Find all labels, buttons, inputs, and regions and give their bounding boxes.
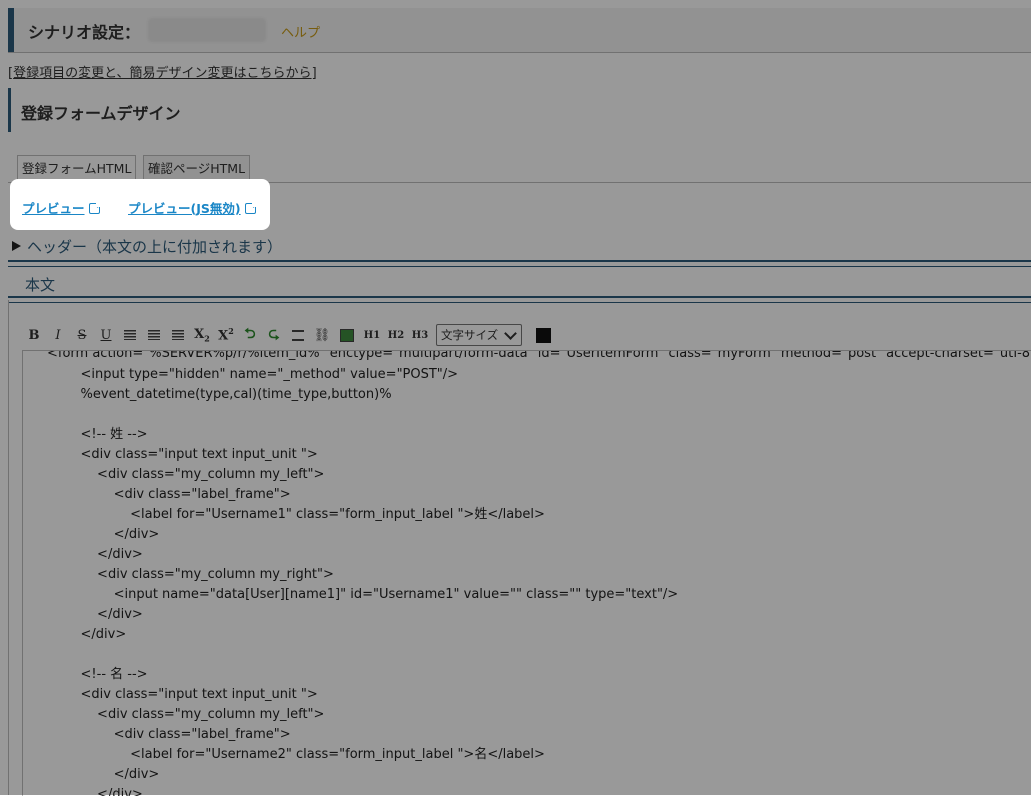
html-code-editor[interactable]: <form action="%SERVER%p/r/%item_id%" enc… — [22, 350, 1031, 796]
external-link-icon — [244, 201, 258, 214]
section-title: 登録フォームデザイン — [21, 104, 181, 123]
horizontal-rule-icon[interactable] — [292, 329, 304, 341]
code-line: <label for="Username2" class="form_input… — [64, 747, 545, 762]
text-color-swatch[interactable] — [536, 327, 552, 343]
code-line: <form action="%SERVER%p/r/%item_id%" enc… — [47, 350, 1031, 361]
superscript-button[interactable]: X2 — [214, 326, 238, 343]
code-line: <label for="Username1" class="form_input… — [64, 507, 545, 522]
align-right-icon[interactable] — [172, 330, 184, 340]
code-line: </div> — [64, 787, 143, 796]
title-bar: シナリオ設定： ヘルプ — [8, 8, 1031, 53]
code-line: </div> — [64, 527, 160, 542]
bold-button[interactable]: B — [22, 328, 46, 343]
code-line: <div class="my_column my_left"> — [64, 467, 325, 482]
external-link-icon — [88, 201, 102, 214]
scenario-name-redacted — [148, 18, 266, 42]
code-line: <div class="input text input_unit "> — [64, 447, 318, 462]
code-line: <div class="my_column my_right"> — [64, 567, 334, 582]
triangle-right-icon — [12, 241, 21, 251]
subscript-button[interactable]: X2 — [190, 327, 214, 344]
edit-items-link-text[interactable]: 登録項目の変更と、簡易デザイン変更はこちらから — [13, 66, 311, 81]
h1-button[interactable]: H1 — [360, 330, 384, 341]
strikethrough-button[interactable]: S — [70, 328, 94, 343]
align-left-icon[interactable] — [124, 330, 136, 340]
scenario-settings-page: シナリオ設定： ヘルプ [登録項目の変更と、簡易デザイン変更はこちらから] 登録… — [0, 0, 1031, 796]
section-accent-bar — [8, 88, 11, 132]
code-line: <div class="label_frame"> — [64, 487, 291, 502]
title-accent-bar — [8, 8, 14, 52]
italic-button[interactable]: I — [46, 328, 70, 343]
code-line: <input name="data[User][name1]" id="User… — [64, 587, 679, 602]
code-line: </div> — [64, 607, 143, 622]
preview-links-highlight: プレビュー プレビュー(JS無効) — [10, 179, 270, 230]
h2-button[interactable]: H2 — [384, 330, 408, 341]
code-line: <!-- 姓 --> — [64, 427, 148, 442]
section-heading: 登録フォームデザイン — [8, 88, 308, 132]
body-section-label: 本文 — [25, 276, 56, 294]
edit-items-link[interactable]: [登録項目の変更と、簡易デザイン変更はこちらから] — [8, 62, 317, 81]
tab-confirm-page-html[interactable]: 確認ページHTML — [143, 155, 251, 182]
code-line: </div> — [64, 627, 127, 642]
underline-button[interactable]: U — [94, 328, 118, 343]
align-center-icon[interactable] — [148, 330, 160, 340]
header-toggle-label: ヘッダー（本文の上に付加されます） — [27, 238, 283, 256]
code-line: %event_datetime(type,cal)(time_type,butt… — [64, 387, 392, 402]
divider-double — [8, 260, 1031, 267]
link-icon[interactable]: ⛓ — [310, 328, 334, 343]
code-line: <div class="input text input_unit "> — [64, 687, 318, 702]
editor-toolbar: B I S U X2 X2 ⮌ ⮎ ⛓ H1 H2 H3 文字サイズ — [22, 323, 552, 347]
undo-icon[interactable]: ⮌ — [238, 323, 262, 347]
redo-icon[interactable]: ⮎ — [262, 323, 286, 347]
image-icon[interactable] — [340, 328, 354, 342]
help-link[interactable]: ヘルプ — [281, 22, 320, 41]
header-toggle[interactable]: ヘッダー（本文の上に付加されます） — [12, 236, 282, 257]
code-line: </div> — [64, 767, 160, 782]
code-line: <input type="hidden" name="_method" valu… — [64, 367, 459, 382]
preview-link[interactable]: プレビュー — [22, 198, 102, 217]
h3-button[interactable]: H3 — [408, 330, 432, 341]
font-size-select[interactable]: 文字サイズ — [436, 324, 523, 346]
code-line: <div class="label_frame"> — [64, 727, 291, 742]
code-line: <div class="my_column my_left"> — [64, 707, 325, 722]
page-title: シナリオ設定： — [28, 23, 141, 42]
code-line: </div> — [64, 547, 143, 562]
chevron-down-icon — [504, 326, 518, 340]
preview-no-js-link[interactable]: プレビュー(JS無効) — [128, 198, 258, 217]
code-line: <!-- 名 --> — [64, 667, 148, 682]
